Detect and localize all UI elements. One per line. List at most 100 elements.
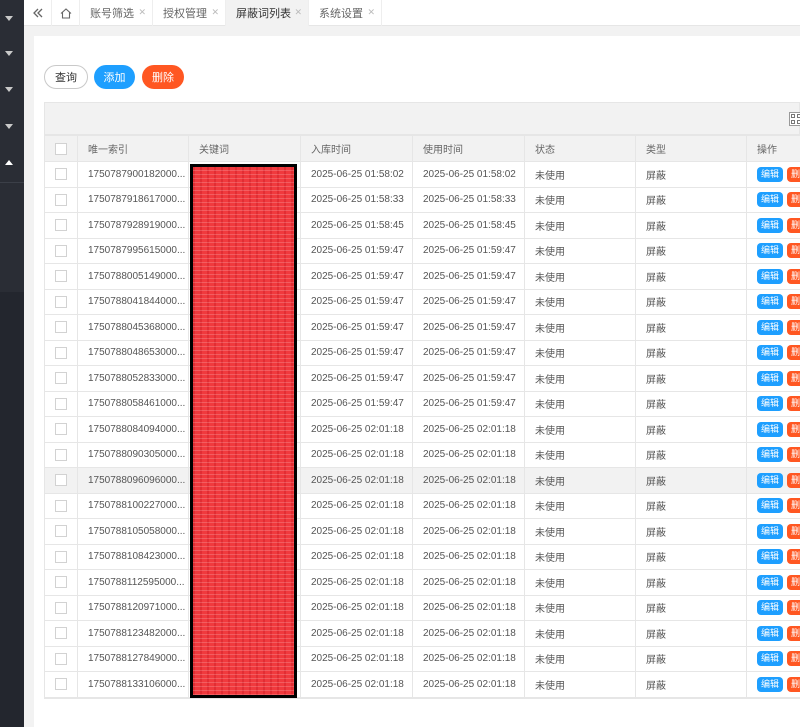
table-row[interactable]: 1750787918617000... 2025-06-25 01:58:33 20… (44, 186, 800, 213)
edit-button[interactable]: 编辑 (757, 370, 784, 386)
edit-button[interactable]: 编辑 (757, 268, 784, 284)
row-delete-button[interactable]: 删 (787, 294, 800, 310)
table-row[interactable]: 1750788058461000... 2025-06-25 01:59:47 20… (44, 390, 800, 417)
row-checkbox[interactable] (55, 627, 67, 640)
row-checkbox[interactable] (55, 550, 67, 563)
row-checkbox[interactable] (55, 678, 67, 691)
table-row[interactable]: 1750788052833000... 2025-06-25 01:59:47 20… (44, 365, 800, 392)
edit-button[interactable]: 编辑 (757, 523, 784, 539)
table-row[interactable]: 1750787928919000... 2025-06-25 01:58:45 20… (44, 212, 800, 239)
delete-button[interactable]: 删除 (142, 65, 184, 89)
row-delete-button[interactable]: 删 (787, 243, 800, 259)
table-row[interactable]: 1750788084094000... 2025-06-25 02:01:18 20… (44, 416, 800, 443)
table-row[interactable]: 1750788133106000... 2025-06-25 02:01:18 20… (44, 671, 800, 698)
row-checkbox[interactable] (55, 397, 67, 410)
table-row[interactable]: 1750788041844000... 2025-06-25 01:59:47 20… (44, 288, 800, 315)
edit-button[interactable]: 编辑 (757, 549, 784, 565)
column-header-type[interactable]: 类型 (635, 135, 747, 162)
row-delete-button[interactable]: 删 (787, 676, 800, 692)
row-checkbox[interactable] (55, 219, 67, 232)
add-button[interactable]: 添加 (94, 65, 135, 89)
tab-account-filter[interactable]: 账号筛选 ✕ (80, 0, 153, 26)
table-row[interactable]: 1750788005149000... 2025-06-25 01:59:47 20… (44, 263, 800, 290)
columns-filter-icon[interactable] (789, 112, 800, 126)
row-checkbox[interactable] (55, 499, 67, 512)
row-checkbox[interactable] (55, 576, 67, 589)
tab-blocked-words[interactable]: 屏蔽词列表 ✕ (226, 0, 309, 26)
column-header-used[interactable]: 使用时间 (412, 135, 525, 162)
tab-authorization[interactable]: 授权管理 ✕ (153, 0, 226, 26)
row-delete-button[interactable]: 删 (787, 600, 800, 616)
select-all-checkbox[interactable] (55, 142, 67, 155)
edit-button[interactable]: 编辑 (757, 651, 784, 667)
edit-button[interactable]: 编辑 (757, 676, 784, 692)
row-checkbox[interactable] (55, 321, 67, 334)
row-delete-button[interactable]: 删 (787, 192, 800, 208)
row-checkbox[interactable] (55, 601, 67, 614)
row-checkbox[interactable] (55, 346, 67, 359)
row-checkbox[interactable] (55, 372, 67, 385)
row-delete-button[interactable]: 删 (787, 166, 800, 182)
row-delete-button[interactable]: 删 (787, 370, 800, 386)
row-delete-button[interactable]: 删 (787, 472, 800, 488)
row-delete-button[interactable]: 删 (787, 319, 800, 335)
table-row[interactable]: 1750788045368000... 2025-06-25 01:59:47 20… (44, 314, 800, 341)
edit-button[interactable]: 编辑 (757, 574, 784, 590)
row-delete-button[interactable]: 删 (787, 268, 800, 284)
column-header-status[interactable]: 状态 (524, 135, 636, 162)
table-row[interactable]: 1750788123482000... 2025-06-25 02:01:18 20… (44, 620, 800, 647)
row-delete-button[interactable]: 删 (787, 217, 800, 233)
edit-button[interactable]: 编辑 (757, 294, 784, 310)
row-checkbox[interactable] (55, 652, 67, 665)
edit-button[interactable]: 编辑 (757, 217, 784, 233)
collapse-sidebar-icon[interactable] (24, 0, 52, 26)
chevron-down-icon[interactable] (5, 124, 13, 129)
row-delete-button[interactable]: 删 (787, 421, 800, 437)
home-icon[interactable] (52, 0, 80, 26)
table-row[interactable]: 1750788108423000... 2025-06-25 02:01:18 20… (44, 543, 800, 570)
row-checkbox[interactable] (55, 168, 67, 181)
close-icon[interactable]: ✕ (138, 7, 146, 18)
close-icon[interactable]: ✕ (367, 7, 375, 18)
query-button[interactable]: 查询 (44, 65, 88, 89)
chevron-up-icon[interactable] (5, 160, 13, 165)
table-row[interactable]: 1750787995615000... 2025-06-25 01:59:47 20… (44, 237, 800, 264)
row-delete-button[interactable]: 删 (787, 447, 800, 463)
table-row[interactable]: 1750788100227000... 2025-06-25 02:01:18 20… (44, 492, 800, 519)
column-header-keyword[interactable]: 关键词 (188, 135, 301, 162)
chevron-down-icon[interactable] (5, 87, 13, 92)
edit-button[interactable]: 编辑 (757, 600, 784, 616)
table-row[interactable]: 1750788096096000... 2025-06-25 02:01:18 20… (44, 467, 800, 494)
edit-button[interactable]: 编辑 (757, 166, 784, 182)
row-delete-button[interactable]: 删 (787, 396, 800, 412)
row-delete-button[interactable]: 删 (787, 498, 800, 514)
row-delete-button[interactable]: 删 (787, 625, 800, 641)
edit-button[interactable]: 编辑 (757, 243, 784, 259)
row-delete-button[interactable]: 删 (787, 574, 800, 590)
tab-system-settings[interactable]: 系统设置 ✕ (309, 0, 382, 26)
table-row[interactable]: 1750788127849000... 2025-06-25 02:01:18 20… (44, 645, 800, 672)
close-icon[interactable]: ✕ (211, 7, 219, 18)
chevron-down-icon[interactable] (5, 16, 13, 21)
row-delete-button[interactable]: 删 (787, 549, 800, 565)
row-checkbox[interactable] (55, 295, 67, 308)
edit-button[interactable]: 编辑 (757, 421, 784, 437)
table-row[interactable]: 1750788090305000... 2025-06-25 02:01:18 20… (44, 441, 800, 468)
row-delete-button[interactable]: 删 (787, 523, 800, 539)
row-delete-button[interactable]: 删 (787, 651, 800, 667)
edit-button[interactable]: 编辑 (757, 319, 784, 335)
edit-button[interactable]: 编辑 (757, 625, 784, 641)
table-row[interactable]: 1750788120971000... 2025-06-25 02:01:18 20… (44, 594, 800, 621)
table-row[interactable]: 1750788048653000... 2025-06-25 01:59:47 20… (44, 339, 800, 366)
edit-button[interactable]: 编辑 (757, 498, 784, 514)
table-row[interactable]: 1750788105058000... 2025-06-25 02:01:18 20… (44, 518, 800, 545)
chevron-down-icon[interactable] (5, 51, 13, 56)
row-delete-button[interactable]: 删 (787, 345, 800, 361)
row-checkbox[interactable] (55, 193, 67, 206)
row-checkbox[interactable] (55, 244, 67, 257)
row-checkbox[interactable] (55, 423, 67, 436)
edit-button[interactable]: 编辑 (757, 472, 784, 488)
row-checkbox[interactable] (55, 448, 67, 461)
edit-button[interactable]: 编辑 (757, 447, 784, 463)
column-header-id[interactable]: 唯一索引 (77, 135, 189, 162)
